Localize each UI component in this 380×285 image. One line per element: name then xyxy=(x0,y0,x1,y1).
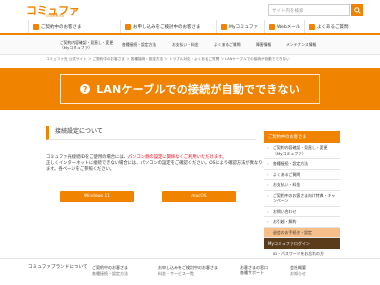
side-item-label: 退会のお手続き・設定 xyxy=(273,229,312,235)
subnav-faq[interactable]: よくあるご質問 xyxy=(214,42,241,47)
home-icon xyxy=(221,23,227,30)
footer-col-prospective-sub[interactable]: 料金・サービス一覧 xyxy=(158,271,194,276)
main-nav: ご契約中のお客さま お申し込みをご検討中のお客さま Myコミュファ Webメール… xyxy=(0,20,380,35)
mail-icon xyxy=(269,23,275,30)
footer-col-company[interactable]: 会社概要 xyxy=(290,265,306,270)
cart-icon xyxy=(125,23,131,30)
side-item-inquiry[interactable]: › お問い合わせ xyxy=(264,206,340,217)
subnav-outage[interactable]: 障害情報 xyxy=(256,42,271,47)
nav-item-faq[interactable]: よくあるご質問 xyxy=(304,20,360,33)
side-item-label: お問い合わせ xyxy=(273,208,297,214)
side-item-label: ID・パスワードをお忘れの方 xyxy=(273,251,324,256)
section-heading: 接続設定について xyxy=(46,126,256,140)
nav-label: よくあるご質問 xyxy=(317,24,349,30)
chevron-right-icon: › xyxy=(267,208,269,214)
nav-label: ご契約中のお客さま xyxy=(41,24,82,30)
nav-label: Myコミュファ xyxy=(229,24,259,30)
hero-frame: ? LANケーブルでの接続が自動でできない xyxy=(60,74,320,104)
nav-item-webmail[interactable]: Webメール xyxy=(264,20,304,33)
chevron-right-icon: › xyxy=(267,182,269,187)
footer-col-company-sub[interactable]: お知らせ xyxy=(290,271,306,276)
footer-col-prospective[interactable]: お申し込みをご検討中のお客さま xyxy=(158,265,218,270)
subnav-label: 各種接続・設定方法 xyxy=(122,42,157,47)
chevron-right-icon: › xyxy=(267,145,269,150)
windows-button[interactable]: Windows 11 xyxy=(60,191,134,202)
chevron-right-icon: › xyxy=(267,171,269,177)
side-item-label: お引越・解約 xyxy=(273,219,297,224)
footer-brand[interactable]: コミュファブランドについて xyxy=(28,265,88,270)
side-item-payment[interactable]: › お支払い・料金 xyxy=(264,180,340,191)
page-hero: ? LANケーブルでの接続が自動でできない xyxy=(0,68,380,110)
subnav-contract[interactable]: ご契約内容確認・見直し・変更 （Myコミュファ） xyxy=(60,40,113,50)
subnav-maintenance[interactable]: メンテナンス情報 xyxy=(286,42,316,47)
user-icon xyxy=(33,23,39,30)
logo-subtext: COMMUFA xyxy=(46,14,64,18)
content-line-3: ます。各ページをご参照ください。 xyxy=(46,167,115,172)
nav-label: Webメール xyxy=(277,24,301,30)
my-commufa-login[interactable]: Myコミュファログイン xyxy=(264,238,340,249)
subnav-label: お支払い・料金 xyxy=(172,42,199,47)
side-menu: ご契約中のお客さま › ご契約内容確認・見直し・変更（Myコミュファ） › 各種接続… xyxy=(264,131,340,270)
content-text: コミュファ光接続IDをご使用の場合には、 xyxy=(46,155,128,160)
side-item-label: ご契約中のお客さま向け特典・キャンペーン xyxy=(273,192,336,204)
site-footer: コミュファブランドについて ご契約中のお客さま 各種接続・設定方法 お申し込みを… xyxy=(0,258,380,285)
macos-button[interactable]: macOS xyxy=(162,191,236,202)
side-item-label: 各種接続・設定方法 xyxy=(273,161,309,166)
side-menu-head[interactable]: ご契約中のお客さま xyxy=(264,131,340,143)
search-button[interactable] xyxy=(351,4,363,16)
subnav-payment[interactable]: お支払い・料金 xyxy=(172,42,199,47)
side-item-active[interactable]: › 退会のお手続き・設定 xyxy=(264,227,340,238)
chevron-right-icon: › xyxy=(267,192,269,198)
question-icon: ? xyxy=(80,84,91,94)
nav-item-current-customers[interactable]: ご契約中のお客さま xyxy=(28,20,120,33)
chevron-right-icon: › xyxy=(267,161,269,166)
content-highlight: パソコン側の設定に関係なくご利用いただけます。 xyxy=(127,155,227,160)
footer-col-support[interactable]: お客さまの窓口 各種サポート xyxy=(240,265,268,275)
sub-nav: ご契約内容確認・見直し・変更 （Myコミュファ） 各種接続・設定方法 お支払い・… xyxy=(0,37,380,55)
footer-label: 各種サポート xyxy=(240,270,264,275)
chevron-right-icon: › xyxy=(267,219,269,224)
side-item-label: お支払い・料金 xyxy=(273,182,301,187)
nav-item-prospective-customers[interactable]: お申し込みをご検討中のお客さま xyxy=(120,20,216,33)
search-input[interactable]: サイト内を検索 xyxy=(268,4,350,16)
chevron-right-icon: › xyxy=(267,229,269,235)
page-title: LANケーブルでの接続が自動でできない xyxy=(96,83,300,96)
side-item-move-cancel[interactable]: › お引越・解約 xyxy=(264,217,340,228)
subnav-label: メンテナンス情報 xyxy=(286,42,317,47)
breadcrumb[interactable]: コミュファ光 公式サイト ＞ ご契約中のお客さま ＞ 各種接続・設定方法 ＞ ト… xyxy=(46,57,290,62)
side-item-faq[interactable]: › よくあるご質問 xyxy=(264,169,340,180)
subnav-connection-settings[interactable]: 各種接続・設定方法 xyxy=(122,42,156,47)
subnav-label-sub: （Myコミュファ） xyxy=(60,45,93,50)
side-item-campaign[interactable]: › ご契約中のお客さま向け特典・キャンペーン xyxy=(264,190,340,207)
footer-col-current[interactable]: ご契約中のお客さま xyxy=(92,265,128,270)
side-item-connection[interactable]: › 各種接続・設定方法 xyxy=(264,159,340,170)
side-item-contract[interactable]: › ご契約内容確認・見直し・変更（Myコミュファ） xyxy=(264,143,340,159)
subnav-label: よくあるご質問 xyxy=(214,42,241,47)
site-header: コミュファ COMMUFA サイト内を検索 xyxy=(0,0,380,20)
question-icon xyxy=(309,23,315,30)
side-item-label: ご契約内容確認・見直し・変更（Myコミュファ） xyxy=(273,145,328,156)
subnav-label: 障害情報 xyxy=(256,42,272,47)
nav-item-my-commufa[interactable]: Myコミュファ xyxy=(216,20,264,33)
nav-label: お申し込みをご検討中のお客さま xyxy=(133,24,201,30)
search-icon xyxy=(353,6,361,14)
footer-col-current-sub[interactable]: 各種接続・設定方法 xyxy=(92,271,128,276)
side-item-label: よくあるご質問 xyxy=(273,171,301,177)
